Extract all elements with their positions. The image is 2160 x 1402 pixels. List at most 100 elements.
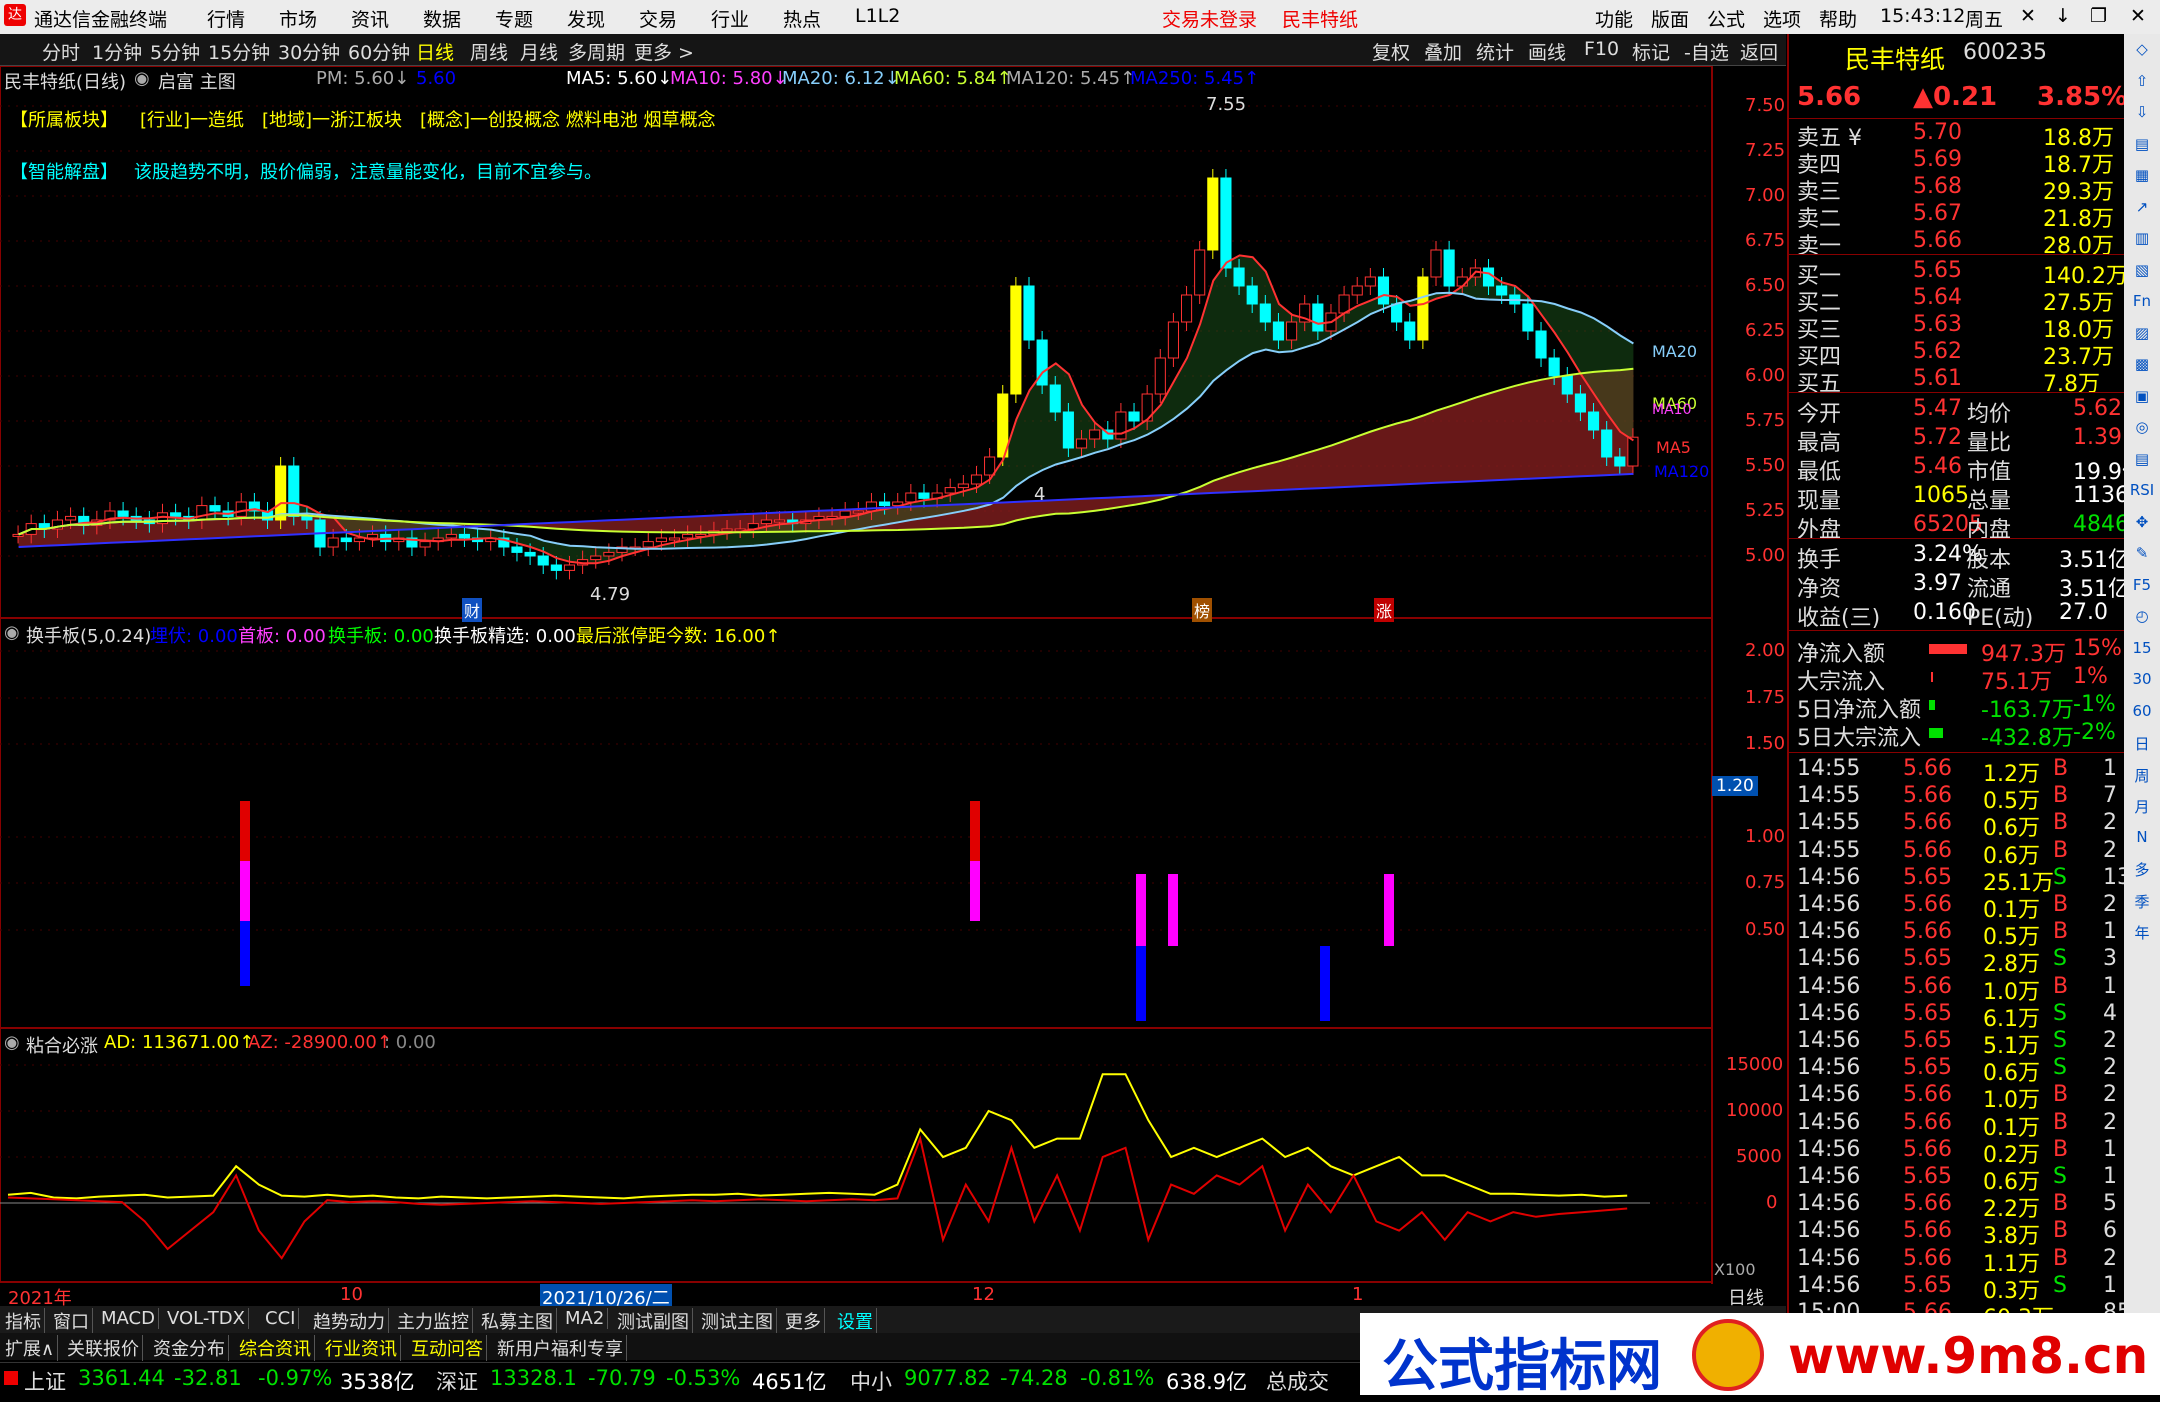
period-weekly[interactable]: 周线 <box>470 38 508 65</box>
menu-xuanxiang[interactable]: 选项 <box>1763 5 1801 32</box>
period-monthly[interactable]: 月线 <box>520 38 558 65</box>
close-icon[interactable]: ✕ <box>2020 5 2036 27</box>
ind1-name[interactable]: 换手板(5,0.24) <box>26 622 151 648</box>
extension-tab[interactable]: 资金分布 <box>150 1335 229 1361</box>
side-tool-icon[interactable]: 60 <box>2128 702 2156 730</box>
side-tool-icon[interactable]: 周 <box>2128 765 2156 793</box>
index-zx-name[interactable]: 中小 <box>850 1366 892 1396</box>
sector-concept[interactable]: [概念]一创投概念 燃料电池 烟草概念 <box>420 106 716 132</box>
settings-icon[interactable]: ◉ <box>134 68 150 89</box>
indicator-tab[interactable]: 测试副图 <box>614 1308 693 1334</box>
period-more[interactable]: 更多 > <box>634 38 694 65</box>
side-tool-icon[interactable]: 多 <box>2128 859 2156 887</box>
index-sz-name[interactable]: 深证 <box>436 1366 478 1396</box>
period-fenshi[interactable]: 分时 <box>42 38 80 65</box>
ind1-settings-icon[interactable]: ◉ <box>4 622 20 643</box>
menu-gongneng[interactable]: 功能 <box>1595 5 1633 32</box>
side-tool-icon[interactable]: ▤ <box>2128 450 2156 478</box>
btn-huaxian[interactable]: 画线 <box>1528 38 1566 65</box>
side-tool-icon[interactable]: 30 <box>2128 670 2156 698</box>
side-tool-icon[interactable]: ▣ <box>2128 387 2156 415</box>
indicator-tab[interactable]: 主力监控 <box>394 1308 473 1334</box>
side-tool-icon[interactable]: ▥ <box>2128 229 2156 257</box>
side-tool-icon[interactable]: RSI <box>2128 481 2156 509</box>
side-tool-icon[interactable]: 日 <box>2128 733 2156 761</box>
menu-hangye[interactable]: 行业 <box>711 5 749 32</box>
candlestick-chart[interactable] <box>0 66 1786 1284</box>
indicator-tab[interactable]: 指标 <box>2 1308 45 1334</box>
side-tool-icon[interactable]: N <box>2128 828 2156 856</box>
sector-industry[interactable]: [行业]一造纸 <box>140 106 244 132</box>
menu-faxian[interactable]: 发现 <box>567 5 605 32</box>
btn-diejia[interactable]: 叠加 <box>1424 38 1462 65</box>
indicator-tab[interactable]: MA2 <box>562 1308 609 1329</box>
ind2-settings-icon[interactable]: ◉ <box>4 1032 20 1053</box>
menu-shichang[interactable]: 市场 <box>279 5 317 32</box>
side-tool-icon[interactable]: ↗ <box>2128 198 2156 226</box>
indicator-tab[interactable]: MACD <box>98 1308 159 1329</box>
menu-redian[interactable]: 热点 <box>783 5 821 32</box>
menu-jiaoyi[interactable]: 交易 <box>639 5 677 32</box>
side-tool-icon[interactable]: ▤ <box>2128 135 2156 163</box>
event-bang-badge[interactable]: 榜 <box>1192 598 1213 622</box>
period-5min[interactable]: 5分钟 <box>150 38 200 65</box>
menu-zhuanti[interactable]: 专题 <box>495 5 533 32</box>
sector-region[interactable]: [地域]一浙江板块 <box>262 106 402 132</box>
side-tool-icon[interactable]: 年 <box>2128 922 2156 950</box>
side-tool-icon[interactable]: ⇧ <box>2128 72 2156 100</box>
period-multi[interactable]: 多周期 <box>568 38 625 65</box>
side-tool-icon[interactable]: Fn <box>2128 292 2156 320</box>
side-tool-icon[interactable]: ◇ <box>2128 40 2156 68</box>
indicator-tab[interactable]: 私募主图 <box>478 1308 557 1334</box>
menu-banmian[interactable]: 版面 <box>1651 5 1689 32</box>
side-tool-icon[interactable]: ▨ <box>2128 324 2156 352</box>
side-tool-icon[interactable]: ⇩ <box>2128 103 2156 131</box>
side-tool-icon[interactable]: ▦ <box>2128 166 2156 194</box>
indicator-tab[interactable]: CCI <box>262 1308 300 1329</box>
side-tool-icon[interactable]: 15 <box>2128 639 2156 667</box>
side-tool-icon[interactable]: 季 <box>2128 891 2156 919</box>
indicator-tab[interactable]: 设置 <box>834 1308 877 1334</box>
extension-tab[interactable]: 新用户福利专享 <box>494 1335 627 1361</box>
extension-tab[interactable]: 互动问答 <box>408 1335 487 1361</box>
period-60min[interactable]: 60分钟 <box>348 38 410 65</box>
btn-fuquan[interactable]: 复权 <box>1372 38 1410 65</box>
ind2-name[interactable]: 粘合必涨 <box>26 1032 98 1058</box>
indicator-tab[interactable]: 窗口 <box>50 1308 93 1334</box>
btn-biaoji[interactable]: 标记 <box>1632 38 1670 65</box>
period-daily[interactable]: 日线 <box>416 38 454 65</box>
index-sh-name[interactable]: 上证 <box>24 1366 66 1396</box>
extension-tab[interactable]: 综合资讯 <box>236 1335 315 1361</box>
side-tool-icon[interactable]: ✎ <box>2128 544 2156 572</box>
menu-l1l2[interactable]: L1L2 <box>855 5 900 27</box>
period-15min[interactable]: 15分钟 <box>208 38 270 65</box>
btn-zixuan[interactable]: -自选 <box>1684 38 1729 65</box>
period-1min[interactable]: 1分钟 <box>92 38 142 65</box>
indicator-tab[interactable]: 更多 <box>782 1308 825 1334</box>
side-tool-icon[interactable]: 月 <box>2128 796 2156 824</box>
btn-fanhui[interactable]: 返回 <box>1740 38 1778 65</box>
menu-bangzhu[interactable]: 帮助 <box>1819 5 1857 32</box>
menu-zixun[interactable]: 资讯 <box>351 5 389 32</box>
chart-area[interactable]: 民丰特纸(日线) ◉ 启富 主图 PM: 5.60↓ 5.60 MA5: 5.6… <box>0 66 1786 1310</box>
extension-tab[interactable]: 扩展∧ <box>2 1335 59 1361</box>
btn-f10[interactable]: F10 <box>1584 38 1619 60</box>
menu-hangqing[interactable]: 行情 <box>207 5 245 32</box>
window-close-icon[interactable]: ✕ <box>2130 5 2146 27</box>
extension-tab[interactable]: 行业资讯 <box>322 1335 401 1361</box>
menu-shuju[interactable]: 数据 <box>423 5 461 32</box>
side-tool-icon[interactable]: ▩ <box>2128 355 2156 383</box>
maximize-icon[interactable]: ❐ <box>2090 5 2107 27</box>
event-cai-badge[interactable]: 财 <box>462 598 483 622</box>
side-tool-icon[interactable]: ✥ <box>2128 513 2156 541</box>
period-30min[interactable]: 30分钟 <box>278 38 340 65</box>
side-tool-icon[interactable]: F5 <box>2128 576 2156 604</box>
side-tool-icon[interactable]: ◴ <box>2128 607 2156 635</box>
indicator-tab[interactable]: VOL-TDX <box>164 1308 249 1329</box>
main-legend-mode[interactable]: 启富 主图 <box>158 68 236 94</box>
indicator-tab[interactable]: 趋势动力 <box>310 1308 389 1334</box>
login-status[interactable]: 交易未登录 <box>1162 5 1257 32</box>
btn-tongji[interactable]: 统计 <box>1476 38 1514 65</box>
indicator-tab[interactable]: 测试主图 <box>698 1308 777 1334</box>
menu-gongshi[interactable]: 公式 <box>1707 5 1745 32</box>
